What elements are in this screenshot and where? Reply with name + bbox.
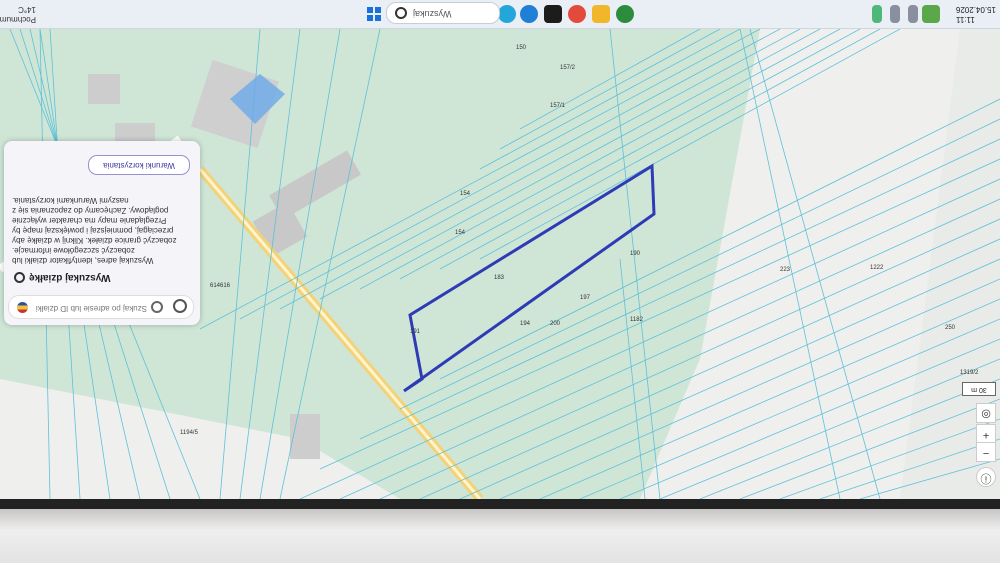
terms-button[interactable]: Warunki korzystania xyxy=(88,155,190,175)
search-icon xyxy=(14,272,25,283)
map-view[interactable]: 150 157/2 157/1 154 154 183 191 197 200 … xyxy=(0,29,1000,499)
zoom-in-button[interactable]: + xyxy=(976,424,996,444)
weather-widget[interactable]: Pochmurnie 14°C xyxy=(0,2,36,24)
taskbar-search-label: Wyszukaj xyxy=(413,9,452,19)
bezel-strip xyxy=(0,499,1000,509)
svg-text:150: 150 xyxy=(516,45,527,51)
settings-icon[interactable] xyxy=(173,299,187,313)
panel-description: Wyszukaj adres, identyfikator działki lu… xyxy=(12,196,177,265)
svg-text:157/2: 157/2 xyxy=(560,65,576,71)
taskbar-search[interactable]: Wyszukaj xyxy=(386,2,500,24)
chrome-icon[interactable] xyxy=(568,5,586,23)
app-icon[interactable] xyxy=(616,5,634,23)
svg-text:1222: 1222 xyxy=(870,265,884,271)
edge-icon[interactable] xyxy=(498,5,516,23)
svg-text:197: 197 xyxy=(580,295,591,301)
search-icon xyxy=(395,7,407,19)
volume-icon[interactable] xyxy=(908,5,918,23)
blurred-background xyxy=(0,509,1000,563)
svg-text:223: 223 xyxy=(780,267,791,273)
svg-text:194: 194 xyxy=(520,321,531,327)
svg-text:157/1: 157/1 xyxy=(550,103,566,109)
locate-button[interactable]: ◎ xyxy=(976,403,996,423)
store-icon[interactable] xyxy=(544,5,562,23)
download-icon[interactable] xyxy=(520,5,538,23)
bezel-area xyxy=(0,499,1000,563)
svg-text:1194/5: 1194/5 xyxy=(180,430,199,436)
rotated-screen: 150 157/2 157/1 154 154 183 191 197 200 … xyxy=(0,0,1000,499)
svg-text:616: 616 xyxy=(220,283,231,289)
start-button[interactable] xyxy=(367,7,381,21)
svg-text:200: 200 xyxy=(550,321,561,327)
search-icon[interactable] xyxy=(151,301,163,313)
svg-text:191: 191 xyxy=(410,329,421,335)
search-placeholder: Szukaj po adresie lub ID działki xyxy=(35,304,147,313)
clock[interactable]: 11:11 15.04.2026 xyxy=(956,4,996,24)
file-explorer-icon[interactable] xyxy=(592,5,610,23)
building xyxy=(88,74,120,104)
svg-text:250: 250 xyxy=(945,325,956,331)
svg-text:154: 154 xyxy=(455,230,466,236)
search-panel: Szukaj po adresie lub ID działki Wyszuka… xyxy=(4,141,200,325)
taskbar: 11:11 15.04.2026 Wyszukaj Pochmurnie 14°… xyxy=(0,0,1000,29)
zoom-out-button[interactable]: − xyxy=(976,442,996,462)
info-button[interactable]: ⓘ xyxy=(976,467,996,487)
scale-bar: 30 m xyxy=(962,382,996,396)
panel-title: Wyszukaj działkę xyxy=(14,272,200,283)
language-flag-icon[interactable] xyxy=(17,302,28,313)
battery-icon[interactable] xyxy=(922,5,940,23)
svg-text:154: 154 xyxy=(460,191,471,197)
wifi-icon[interactable] xyxy=(890,5,900,23)
parcel-search-input[interactable]: Szukaj po adresie lub ID działki xyxy=(8,295,194,319)
svg-text:183: 183 xyxy=(494,275,505,281)
building xyxy=(290,414,320,459)
svg-text:1319/2: 1319/2 xyxy=(960,370,979,376)
tray-icon[interactable] xyxy=(872,5,882,23)
svg-text:1182: 1182 xyxy=(630,317,644,323)
svg-text:190: 190 xyxy=(630,251,641,257)
